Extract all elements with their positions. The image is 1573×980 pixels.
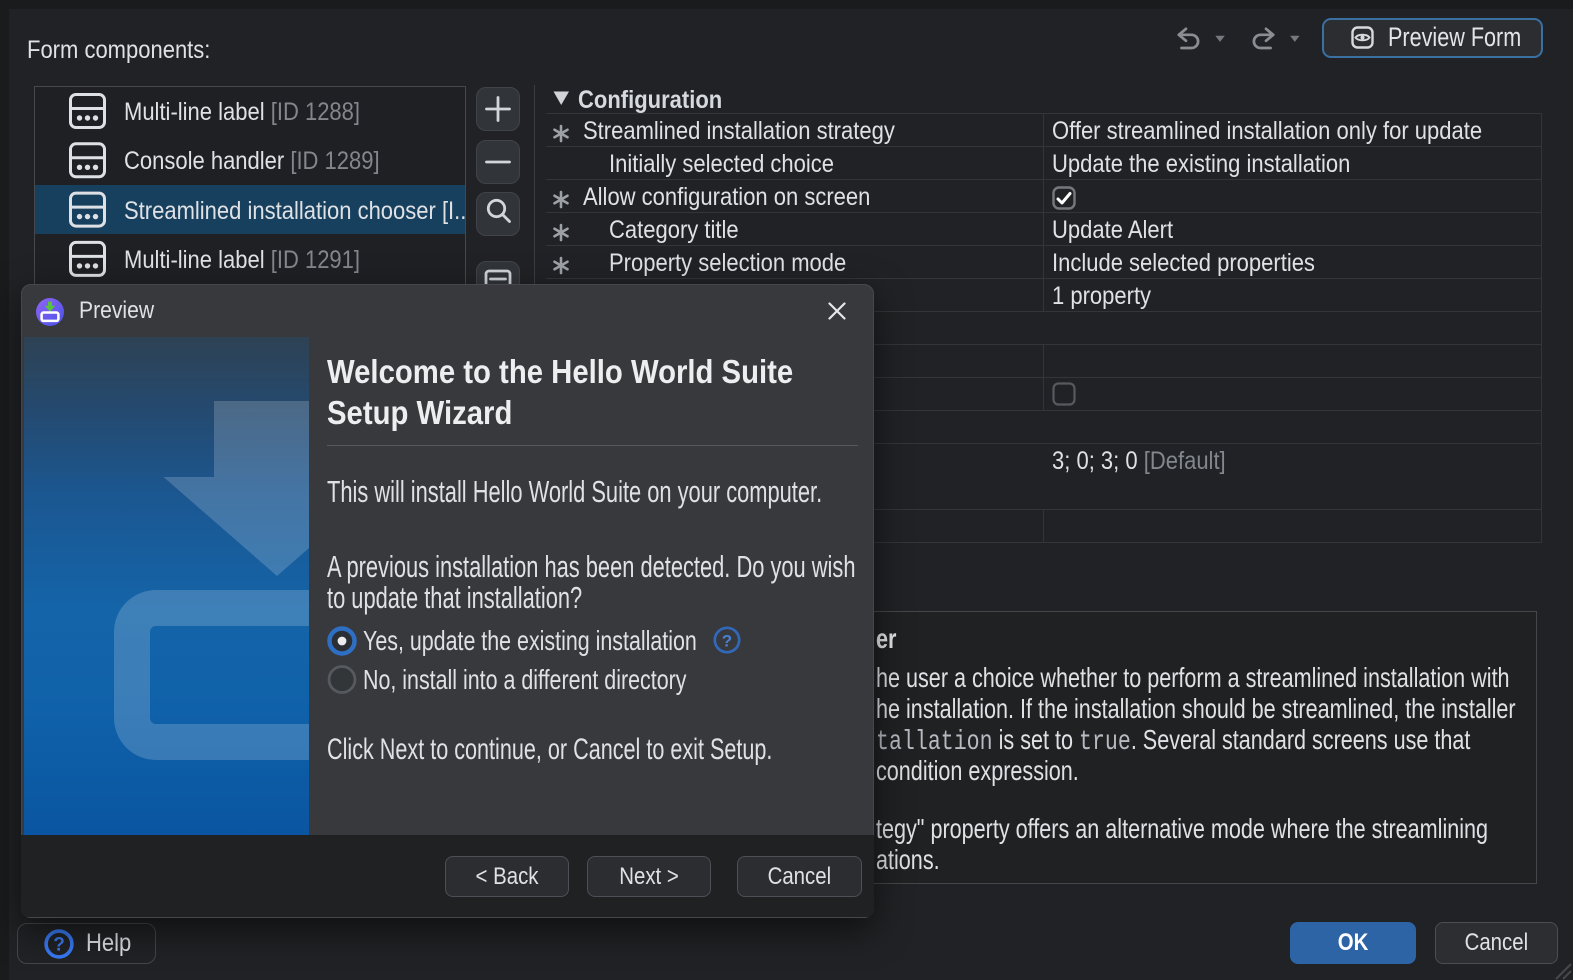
- svg-text:?: ?: [53, 935, 65, 956]
- svg-text:?: ?: [722, 632, 732, 651]
